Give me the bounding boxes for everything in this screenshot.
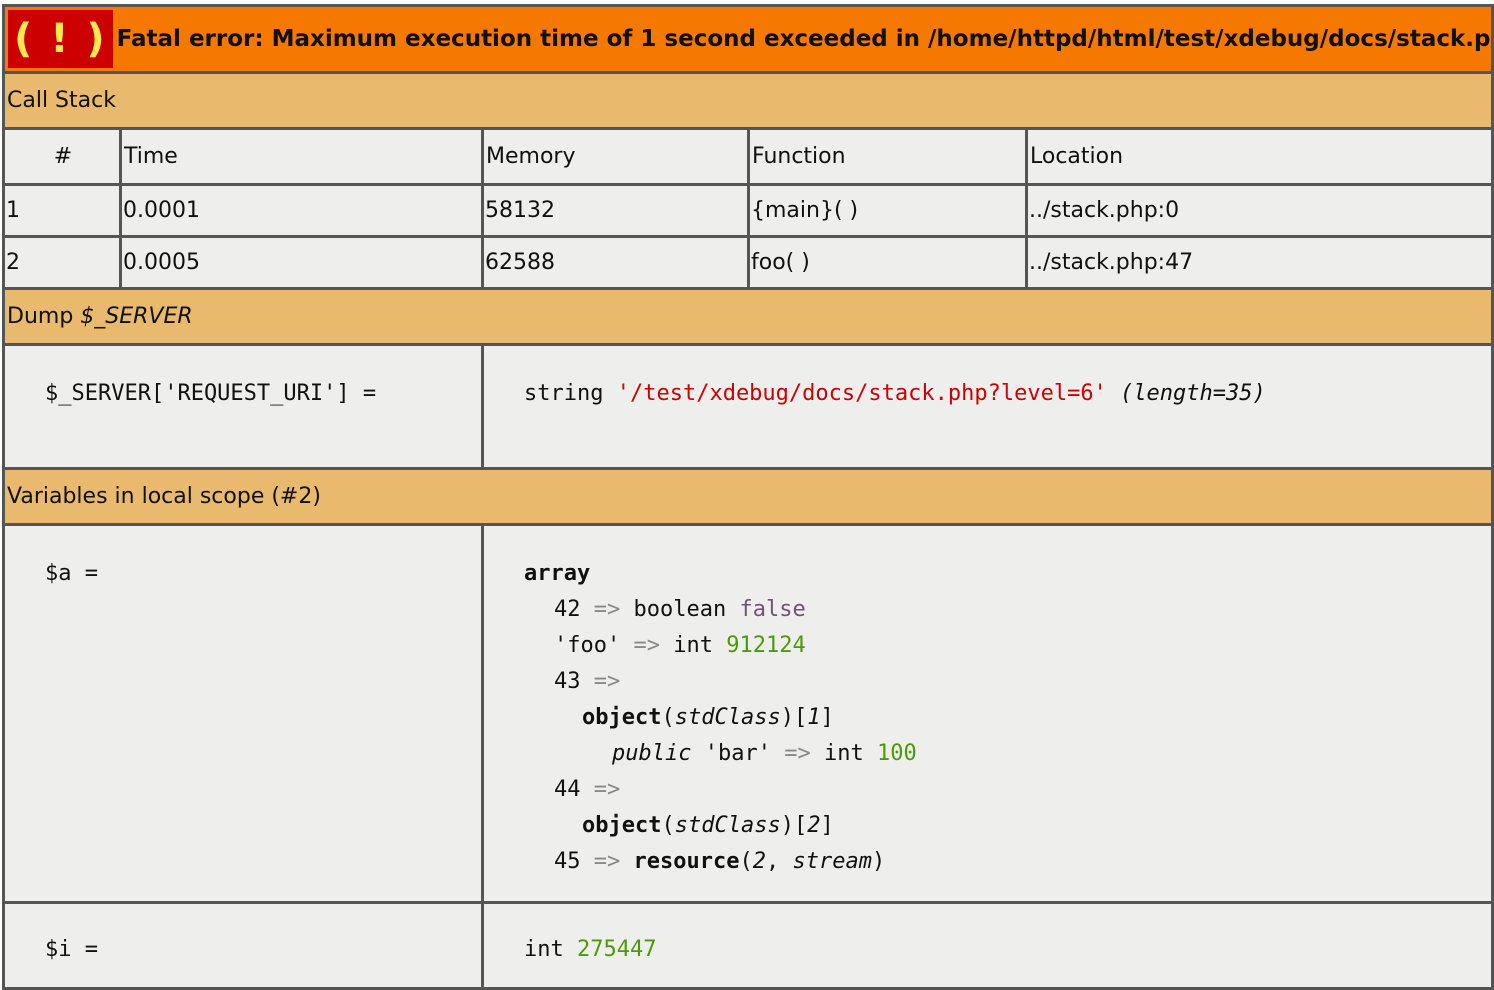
table-row: 1 0.0001 58132 {main}( ) ../stack.php:0 (2, 183, 1494, 238)
call-stack-header: Call Stack (1, 71, 1494, 130)
column-memory: Memory (481, 127, 750, 186)
local-var-i-row: $i = int 275447 (2, 901, 1494, 990)
stack-function: {main}( ) (747, 183, 1028, 238)
column-function: Function (747, 127, 1028, 186)
stack-index: 1 (2, 183, 122, 238)
xdebug-error-table: ( ! ) Fatal error: Maximum execution time… (1, 4, 1494, 990)
error-message: Fatal error: Maximum execution time of 1… (116, 26, 1493, 52)
stack-index: 2 (2, 235, 122, 290)
stack-time: 0.0005 (119, 235, 484, 290)
stack-location: ../stack.php:47 (1024, 235, 1494, 290)
column-time: Time (119, 127, 484, 186)
table-row: 2 0.0005 62588 foo( ) ../stack.php:47 (2, 235, 1494, 290)
var-a-key: $a = (2, 523, 484, 904)
local-scope-header: Variables in local scope (#2) (1, 467, 1494, 526)
call-stack-columns: # Time Memory Function Location (2, 127, 1494, 186)
request-uri-key: $_SERVER['REQUEST_URI'] = (2, 343, 484, 470)
column-location: Location (1024, 127, 1494, 186)
warning-icon: ( ! ) (8, 10, 113, 68)
var-i-value: int 275447 (480, 901, 1494, 990)
stack-location: ../stack.php:0 (1024, 183, 1494, 238)
column-number: # (2, 127, 122, 186)
stack-memory: 58132 (481, 183, 750, 238)
local-var-a-row: $a = array 42 => boolean false 'foo' => … (2, 523, 1494, 904)
var-i-key: $i = (2, 901, 484, 990)
dump-server-header: Dump $_SERVER (1, 287, 1494, 346)
stack-memory: 62588 (481, 235, 750, 290)
fatal-error-row: ( ! ) Fatal error: Maximum execution time… (1, 4, 1494, 74)
request-uri-value: string '/test/xdebug/docs/stack.php?leve… (480, 343, 1494, 470)
stack-function: foo( ) (747, 235, 1028, 290)
dump-server-row: $_SERVER['REQUEST_URI'] = string '/test/… (2, 343, 1494, 470)
stack-time: 0.0001 (119, 183, 484, 238)
fatal-error-banner: ( ! ) Fatal error: Maximum execution time… (1, 4, 1494, 74)
var-a-value: array 42 => boolean false 'foo' => int 9… (480, 523, 1494, 904)
